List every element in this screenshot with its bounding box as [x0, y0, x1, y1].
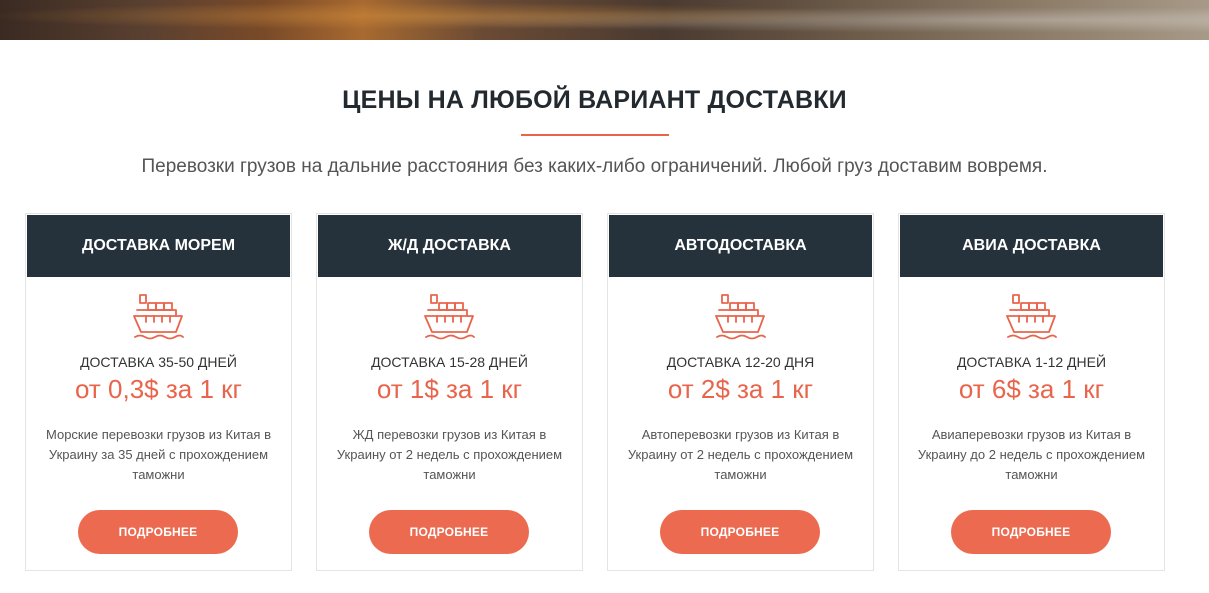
card-header: ДОСТАВКА МОРЕМ	[27, 215, 290, 277]
more-details-button[interactable]: ПОДРОБНЕЕ	[951, 510, 1111, 554]
cargo-ship-icon	[133, 294, 184, 340]
cargo-ship-icon	[1006, 294, 1057, 340]
card-header: АВТОДОСТАВКА	[609, 215, 872, 277]
more-details-button[interactable]: ПОДРОБНЕЕ	[660, 510, 820, 554]
card-description: ЖД перевозки грузов из Китая в Украину о…	[336, 427, 563, 482]
more-details-button[interactable]: ПОДРОБНЕЕ	[369, 510, 529, 554]
hero-banner-image	[0, 0, 1209, 40]
pricing-card-rail: Ж/Д ДОСТАВКА ДОСТАВКА 15-28 ДНЕЙ от 1$ з…	[316, 213, 583, 571]
section-subtitle: Перевозки грузов на дальние расстояния б…	[141, 156, 1048, 177]
delivery-price: от 0,3$ за 1 кг	[75, 374, 242, 404]
cargo-ship-icon	[715, 294, 766, 340]
card-header: Ж/Д ДОСТАВКА	[318, 215, 581, 277]
more-details-button[interactable]: ПОДРОБНЕЕ	[78, 510, 238, 554]
delivery-price: от 1$ за 1 кг	[376, 374, 523, 404]
delivery-price: от 2$ за 1 кг	[667, 374, 814, 404]
delivery-term: ДОСТАВКА 35-50 ДНЕЙ	[80, 354, 237, 370]
delivery-term: ДОСТАВКА 15-28 ДНЕЙ	[371, 354, 528, 370]
delivery-term: ДОСТАВКА 12-20 ДНЯ	[666, 354, 815, 370]
delivery-price: от 6$ за 1 кг	[958, 374, 1105, 404]
card-description: Авиаперевозки грузов из Китая в Украину …	[917, 427, 1146, 482]
title-underline	[521, 134, 669, 136]
delivery-term: ДОСТАВКА 1-12 ДНЕЙ	[956, 354, 1107, 370]
pricing-card-air: АВИА ДОСТАВКА ДОСТАВКА 1-12 ДНЕЙ от 6$ з…	[898, 213, 1165, 571]
card-header: АВИА ДОСТАВКА	[900, 215, 1163, 277]
cargo-ship-icon	[424, 294, 475, 340]
pricing-card-auto: АВТОДОСТАВКА ДОСТАВКА 12-20 ДНЯ от 2$ за…	[607, 213, 874, 571]
section-title: ЦЕНЫ НА ЛЮБОЙ ВАРИАНТ ДОСТАВКИ	[342, 86, 847, 114]
pricing-card-sea: ДОСТАВКА МОРЕМ ДОСТАВКА 35-50 ДНЕЙ от 0,…	[25, 213, 292, 571]
card-description: Морские перевозки грузов из Китая в Укра…	[46, 427, 271, 482]
card-description: Автоперевозки грузов из Китая в Украину …	[627, 427, 854, 482]
